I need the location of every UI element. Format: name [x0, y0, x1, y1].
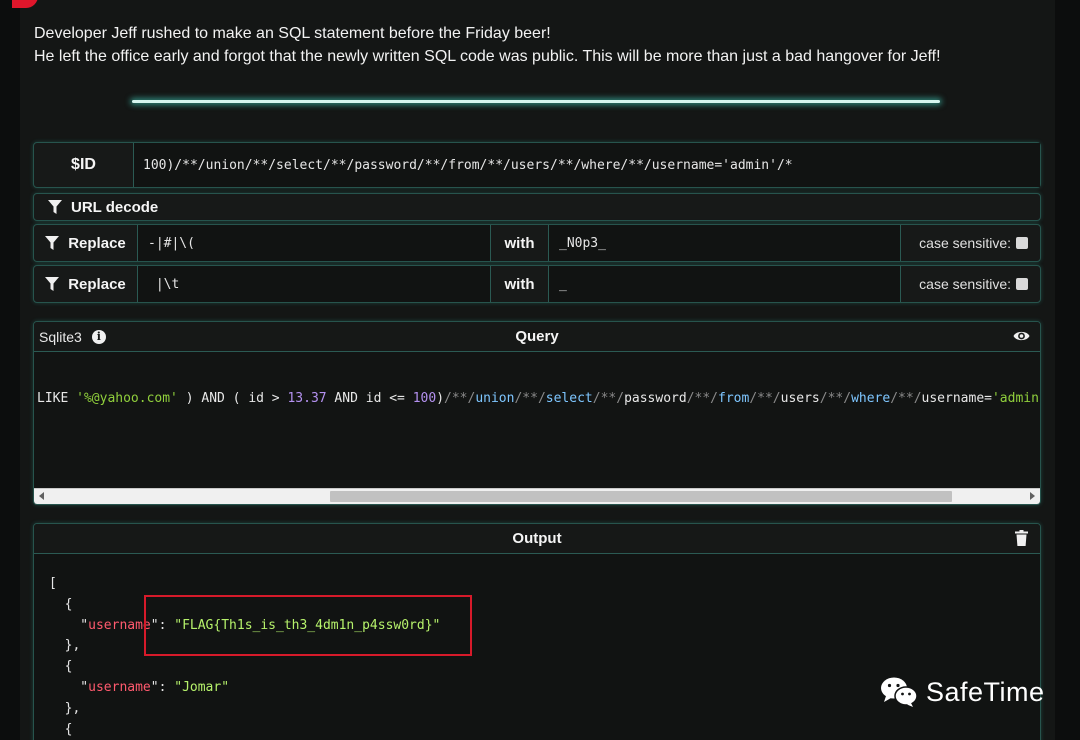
replace-filter-2: Replace |\t with _ case sensitive:	[33, 265, 1041, 303]
query-panel: Sqlite3 i Query LIKE '%@yahoo.com' ) AND…	[33, 321, 1041, 505]
with-label: with	[491, 266, 549, 302]
query-token: 13.37	[287, 391, 327, 406]
query-token: /**/	[592, 391, 625, 406]
id-input[interactable]: 100)/**/union/**/select/**/password/**/f…	[134, 143, 1040, 187]
json-line: [	[49, 576, 57, 591]
filter-icon	[48, 199, 62, 214]
query-token: /**/	[890, 391, 922, 406]
query-token: /**/	[444, 391, 476, 406]
query-token: where	[851, 391, 891, 406]
json-line: {	[49, 659, 73, 675]
id-input-row: $ID 100)/**/union/**/select/**/password/…	[33, 142, 1041, 188]
query-token: union	[475, 391, 515, 406]
query-token: /**/	[686, 391, 718, 406]
output-header: Output	[34, 524, 1040, 554]
scrollbar-thumb[interactable]	[330, 491, 952, 502]
url-decode-label-cell: URL decode	[34, 194, 1040, 220]
query-code: LIKE '%@yahoo.com' ) AND ( id > 13.37 AN…	[37, 391, 1040, 406]
case-sensitive-label: case sensitive:	[919, 276, 1011, 292]
case-sensitive-toggle: case sensitive:	[901, 225, 1040, 261]
json-key: username	[88, 617, 151, 633]
query-token: users	[780, 391, 820, 406]
json-line: {	[49, 721, 73, 737]
wechat-icon	[881, 677, 918, 707]
replace-label: Replace	[68, 275, 126, 293]
json-key: username	[88, 679, 151, 695]
with-label: with	[491, 225, 549, 261]
replace-label: Replace	[68, 234, 126, 252]
replace-value-input[interactable]: _	[549, 266, 901, 302]
json-line: },	[49, 700, 81, 716]
query-token: select	[545, 391, 593, 406]
query-token: username=	[921, 391, 992, 406]
query-token: )	[436, 391, 445, 406]
filter-icon	[45, 235, 60, 250]
sql-engine: Sqlite3 i	[34, 329, 106, 345]
description-line-2: He left the office early and forgot that…	[34, 48, 941, 65]
url-decode-label: URL decode	[71, 198, 159, 216]
query-token: from	[718, 391, 750, 406]
query-token: 100	[412, 391, 437, 406]
case-sensitive-label: case sensitive:	[919, 235, 1011, 251]
scroll-right-arrow-icon[interactable]	[1030, 492, 1035, 500]
json-line: {	[49, 596, 73, 612]
scroll-left-arrow-icon[interactable]	[39, 492, 44, 500]
description-line-1: Developer Jeff rushed to make an SQL sta…	[34, 25, 551, 42]
output-title: Output	[512, 530, 562, 547]
query-token: /**/	[819, 391, 852, 406]
query-token: AND id <=	[326, 391, 413, 406]
case-sensitive-toggle: case sensitive:	[901, 266, 1040, 302]
query-token: password	[624, 391, 687, 406]
flag-highlight-box	[144, 595, 472, 656]
horizontal-scrollbar[interactable]	[34, 488, 1040, 504]
replace-label-cell-1[interactable]: Replace	[34, 225, 138, 261]
sql-engine-label: Sqlite3	[39, 328, 82, 345]
replace-label-cell-2[interactable]: Replace	[34, 266, 138, 302]
query-token: ) AND ( id >	[177, 391, 288, 406]
query-token: 'admin'	[991, 391, 1040, 406]
case-sensitive-checkbox[interactable]	[1016, 237, 1028, 249]
replace-pattern-input[interactable]: |\t	[138, 266, 491, 302]
info-icon[interactable]: i	[91, 329, 106, 344]
id-label: $ID	[34, 143, 134, 187]
replace-value-input[interactable]: _N0p3_	[549, 225, 901, 261]
query-token: /**/	[514, 391, 546, 406]
filter-icon	[45, 276, 60, 291]
query-token: '%@yahoo.com'	[76, 391, 178, 406]
glow-divider	[132, 100, 940, 103]
url-decode-filter[interactable]: URL decode	[33, 193, 1041, 221]
watermark-text: SafeTime	[926, 676, 1045, 707]
json-line: },	[49, 638, 81, 654]
query-title: Query	[515, 328, 559, 345]
query-header: Sqlite3 i Query	[34, 322, 1040, 352]
json-value: "Jomar"	[174, 679, 230, 695]
watermark: SafeTime	[880, 676, 1045, 708]
replace-pattern-input[interactable]: -|#|\(	[138, 225, 491, 261]
corner-badge	[12, 0, 38, 8]
trash-icon[interactable]	[1015, 530, 1028, 546]
replace-filter-1: Replace -|#|\( with _N0p3_ case sensitiv…	[33, 224, 1041, 262]
case-sensitive-checkbox[interactable]	[1016, 278, 1028, 290]
query-token: /**/	[749, 391, 781, 406]
query-token: LIKE	[37, 391, 77, 406]
challenge-description: Developer Jeff rushed to make an SQL sta…	[34, 22, 1034, 68]
eye-icon[interactable]	[1013, 329, 1030, 343]
